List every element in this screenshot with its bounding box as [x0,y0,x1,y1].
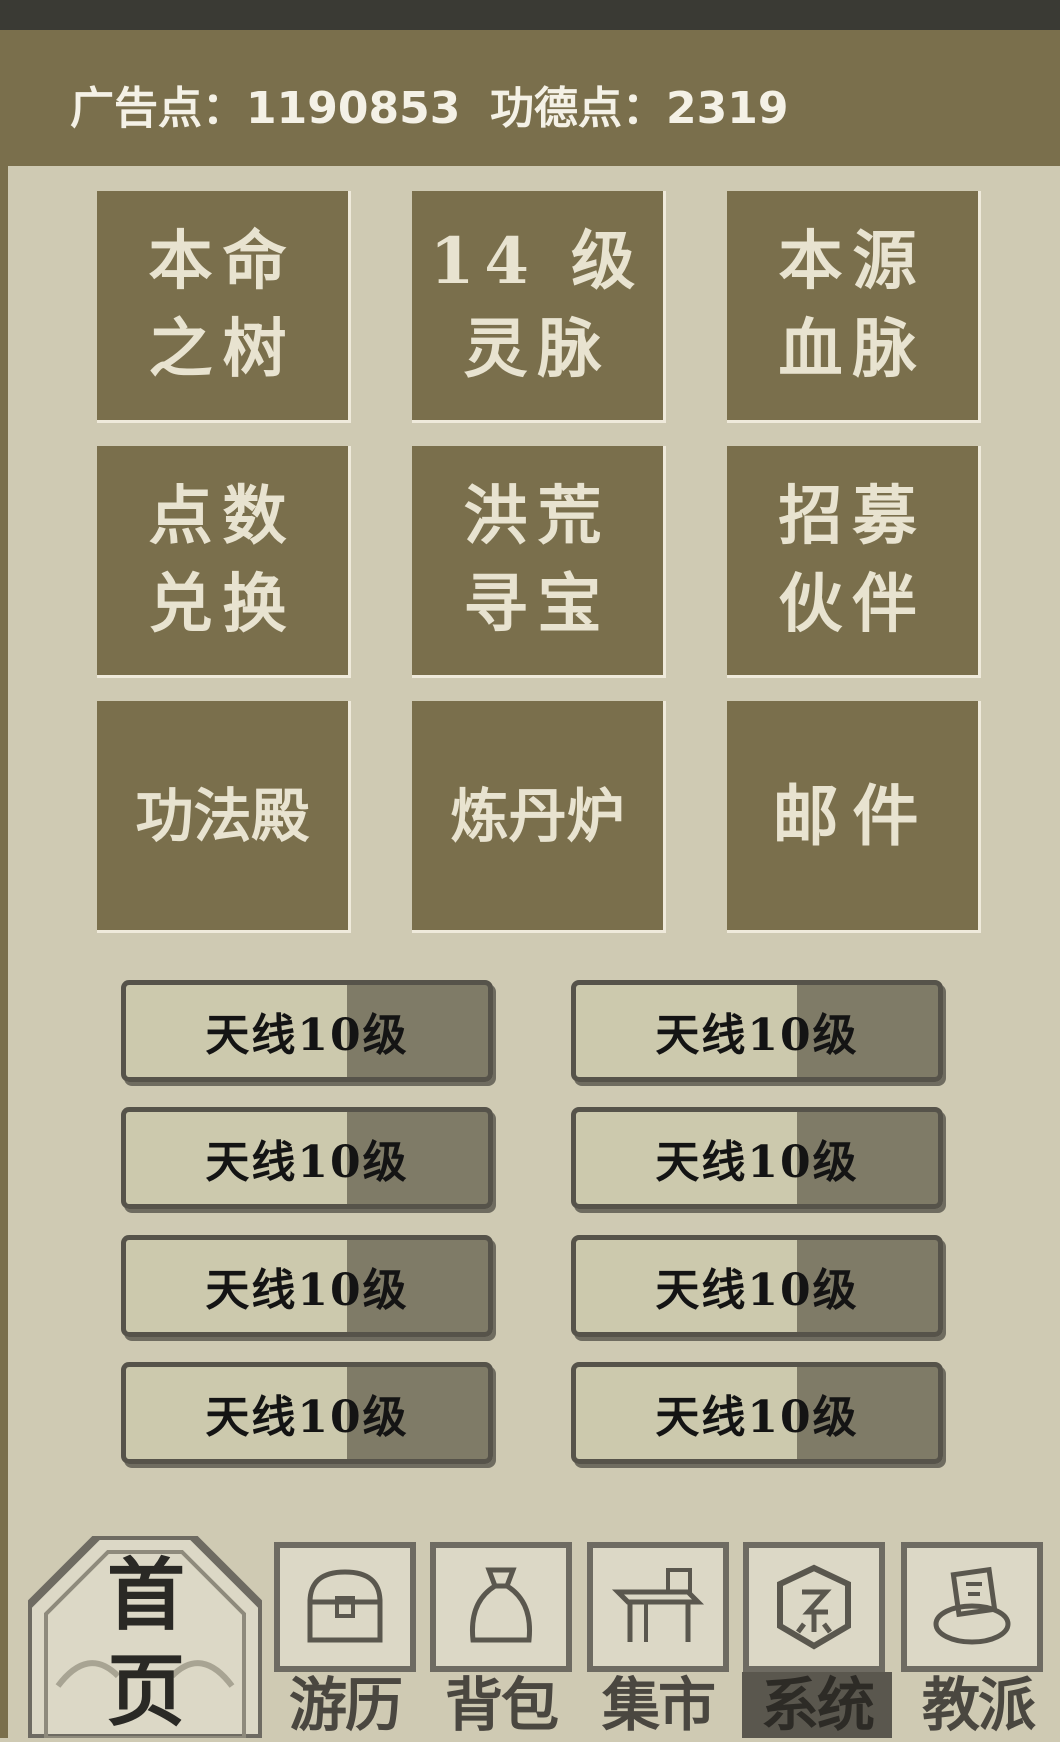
tile-treasure-hunt[interactable]: 洪荒 寻宝 [412,446,666,678]
nav-sect-label: 教派 [921,1672,1036,1738]
nav-system-button[interactable] [743,1542,885,1672]
left-border [0,166,8,1738]
tile-label: 功法殿 [135,781,310,850]
chest-icon [307,1569,383,1643]
tile-label-line1: 招募 [778,478,927,554]
upgrade-button[interactable]: 天线10级 [571,1107,943,1209]
tile-alchemy-furnace[interactable]: 炼丹炉 [412,701,666,933]
system-seal-icon [777,1564,851,1650]
nav-backpack-label: 背包 [444,1672,559,1738]
upgrade-label: 天线10级 [205,1137,409,1188]
tile-label-line2: 血脉 [778,311,927,387]
tile-label-line1: 本源 [778,223,927,299]
ad-points: 广告点：1190853 [70,83,461,134]
nav-backpack-button[interactable] [430,1542,572,1672]
upgrade-label: 天线10级 [205,1265,409,1316]
upgrade-button[interactable]: 天线10级 [571,1235,943,1337]
upgrade-label: 天线10级 [655,1137,859,1188]
tile-label: 邮件 [772,776,933,855]
tile-recruit-partner[interactable]: 招募 伙伴 [727,446,981,678]
tile-label-line1: 洪荒 [463,478,612,554]
upgrade-label: 天线10级 [205,1392,409,1443]
resource-header: 广告点：1190853 功德点：2319 [0,30,1060,166]
upgrade-button[interactable]: 天线10级 [121,1362,493,1464]
tile-label-line1: 点数 [148,478,297,554]
upgrade-label: 天线10级 [655,1010,859,1061]
upgrade-button[interactable]: 天线10级 [121,980,493,1082]
nav-travel-button[interactable] [274,1542,416,1672]
tile-spirit-vein[interactable]: 14 级灵脉 [412,191,666,423]
status-bar [0,0,1060,30]
tile-points-exchange[interactable]: 点数 兑换 [97,446,351,678]
market-stall-icon [611,1568,705,1642]
nav-system-label: 系统 [742,1672,892,1738]
upgrade-label: 天线10级 [205,1010,409,1061]
tile-label-line2: 之树 [148,311,297,387]
tile-technique-hall[interactable]: 功法殿 [97,701,351,933]
tile-label-line2: 兑换 [148,566,297,642]
tile-label-line1: 14 级 [429,223,646,299]
tile-label-line2: 伙伴 [778,566,927,642]
nav-travel-label: 游历 [288,1672,403,1738]
upgrade-label: 天线10级 [655,1392,859,1443]
tile-origin-bloodline[interactable]: 本源 血脉 [727,191,981,423]
bag-icon [469,1567,533,1643]
upgrade-button[interactable]: 天线10级 [571,1362,943,1464]
nav-market-label: 集市 [601,1672,716,1738]
upgrade-button[interactable]: 天线10级 [121,1107,493,1209]
tile-label-line2: 寻宝 [463,566,612,642]
tile-label-line1: 本命 [148,223,297,299]
tile-life-tree[interactable]: 本命 之树 [97,191,351,423]
nav-home-label: 首页 [106,1550,185,1737]
tile-label-line2: 灵脉 [463,311,612,387]
nav-home-button[interactable]: 首页 [24,1532,266,1742]
upgrade-button[interactable]: 天线10级 [121,1235,493,1337]
upgrade-button[interactable]: 天线10级 [571,980,943,1082]
merit-points: 功德点：2319 [490,83,789,134]
nav-market-button[interactable] [587,1542,729,1672]
tile-mail[interactable]: 邮件 [727,701,981,933]
upgrade-label: 天线10级 [655,1265,859,1316]
sect-scroll-icon [933,1566,1011,1645]
nav-sect-button[interactable] [901,1542,1043,1672]
tile-label: 炼丹炉 [450,781,625,850]
